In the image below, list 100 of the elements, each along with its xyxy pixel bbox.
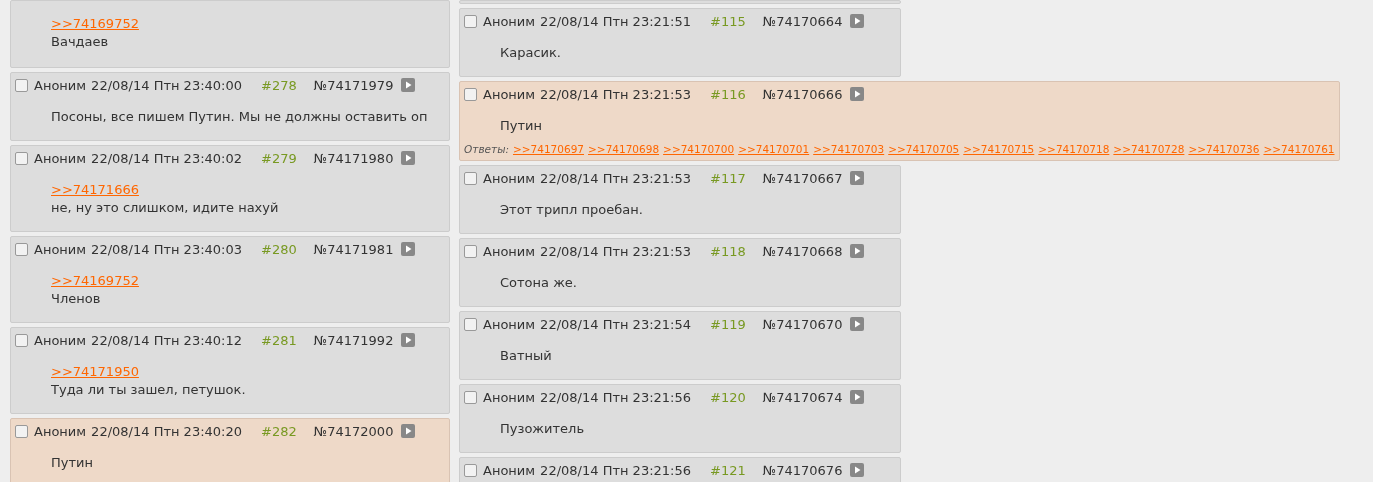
checkbox[interactable] — [464, 463, 477, 477]
post-date: 22/08/14 Птн 23:40:00 — [91, 77, 242, 93]
post-index: #121 — [710, 462, 746, 478]
poster-name: Аноним — [34, 150, 87, 166]
post-index: #119 — [710, 316, 746, 332]
poster-name: Аноним — [34, 241, 87, 257]
post-number[interactable]: №74170674 — [762, 389, 843, 405]
post-index: #280 — [261, 241, 297, 257]
poster-name: Аноним — [34, 77, 87, 93]
reply-link[interactable]: >>74171950 — [51, 364, 139, 379]
checkbox[interactable] — [464, 390, 477, 404]
poster-name: Аноним — [483, 243, 536, 259]
post-number[interactable]: №74171980 — [313, 150, 394, 166]
poster-name: Аноним — [483, 86, 536, 102]
post-number[interactable]: №74170676 — [762, 462, 843, 478]
play-icon[interactable] — [401, 242, 416, 256]
play-icon[interactable] — [850, 317, 865, 331]
reply-link[interactable]: >>74170718 — [1038, 143, 1110, 155]
checkbox[interactable] — [464, 317, 477, 331]
post-date: 22/08/14 Птн 23:21:51 — [540, 13, 691, 29]
post-index: #279 — [261, 150, 297, 166]
post-number[interactable]: №74171979 — [313, 77, 394, 93]
post-text: Членов — [51, 290, 102, 308]
post-index: #278 — [261, 77, 297, 93]
poster-name: Аноним — [34, 332, 87, 348]
reply-link[interactable]: >>74170705 — [888, 143, 960, 155]
poster-name: Аноним — [483, 170, 536, 186]
play-icon[interactable] — [850, 171, 865, 185]
reply-link[interactable]: >>74170761 — [1263, 143, 1335, 155]
play-icon[interactable] — [401, 333, 416, 347]
post-number[interactable]: №74170670 — [762, 316, 843, 332]
post-date: 22/08/14 Птн 23:21:53 — [540, 86, 691, 102]
reply-link[interactable]: >>74171666 — [51, 182, 139, 197]
play-icon[interactable] — [401, 151, 416, 165]
post-date: 22/08/14 Птн 23:40:02 — [91, 150, 242, 166]
post-date: 22/08/14 Птн 23:21:53 — [540, 243, 691, 259]
checkbox[interactable] — [15, 78, 28, 92]
post-text: Туда ли ты зашел, петушок. — [51, 381, 247, 399]
checkbox[interactable] — [15, 333, 28, 347]
checkbox[interactable] — [464, 87, 477, 101]
replies-label: Ответы: — [464, 143, 509, 155]
poster-name: Аноним — [483, 389, 536, 405]
post-date: 22/08/14 Птн 23:21:56 — [540, 462, 691, 478]
poster-name: Аноним — [483, 316, 536, 332]
checkbox[interactable] — [464, 244, 477, 258]
post-index: #282 — [261, 423, 297, 439]
post-date: 22/08/14 Птн 23:40:20 — [91, 423, 242, 439]
reply-link[interactable]: >>74170703 — [813, 143, 885, 155]
play-icon[interactable] — [850, 463, 865, 477]
post-text: Путин — [500, 117, 543, 135]
post-date: 22/08/14 Птн 23:21:54 — [540, 316, 691, 332]
post-index: #281 — [261, 332, 297, 348]
post-text: Ватный — [500, 347, 553, 365]
poster-name: Аноним — [34, 423, 87, 439]
post-text: Сотона же. — [500, 274, 578, 292]
reply-link[interactable]: >>74170700 — [663, 143, 735, 155]
play-icon[interactable] — [850, 87, 865, 101]
checkbox[interactable] — [464, 171, 477, 185]
post-date: 22/08/14 Птн 23:40:03 — [91, 241, 242, 257]
post-number[interactable]: №74171992 — [313, 332, 394, 348]
post-number[interactable]: №74171981 — [313, 241, 394, 257]
post-number[interactable]: №74170668 — [762, 243, 843, 259]
reply-link[interactable]: >>74170736 — [1188, 143, 1260, 155]
post-text: не, ну это слишком, идите нахуй — [51, 199, 280, 217]
play-icon[interactable] — [850, 390, 865, 404]
post-number[interactable]: №74170667 — [762, 170, 843, 186]
checkbox[interactable] — [15, 151, 28, 165]
post-date: 22/08/14 Птн 23:21:53 — [540, 170, 691, 186]
post-index: #120 — [710, 389, 746, 405]
play-icon[interactable] — [401, 78, 416, 92]
reply-link[interactable]: >>74170715 — [963, 143, 1035, 155]
post-text: Пузожитель — [500, 420, 586, 438]
post-index: #118 — [710, 243, 746, 259]
post-date: 22/08/14 Птн 23:40:12 — [91, 332, 242, 348]
play-icon[interactable] — [850, 244, 865, 258]
checkbox[interactable] — [15, 242, 28, 256]
reply-link[interactable]: >>74169752 — [51, 16, 139, 31]
post-text: Этот трипл проебан. — [500, 201, 644, 219]
play-icon[interactable] — [401, 424, 416, 438]
reply-link[interactable]: >>74170701 — [738, 143, 810, 155]
post-index: #116 — [710, 86, 746, 102]
post-number[interactable]: №74170666 — [762, 86, 843, 102]
post-text: Посоны, все пишем Путин. Мы не должны оставить оп — [51, 108, 429, 126]
post-date: 22/08/14 Птн 23:21:56 — [540, 389, 691, 405]
post-index: #115 — [710, 13, 746, 29]
post-text: Путин — [51, 454, 94, 472]
play-icon[interactable] — [850, 14, 865, 28]
poster-name: Аноним — [483, 462, 536, 478]
reply-link[interactable]: >>74170728 — [1113, 143, 1185, 155]
post-number[interactable]: №74170664 — [762, 13, 843, 29]
reply-link[interactable]: >>74170698 — [588, 143, 660, 155]
post-text: Карасик. — [500, 44, 562, 62]
post-text: Вачдаев — [51, 33, 110, 51]
post-index: #117 — [710, 170, 746, 186]
reply-link[interactable]: >>74170697 — [513, 143, 585, 155]
reply-link[interactable]: >>74169752 — [51, 273, 139, 288]
post-number[interactable]: №74172000 — [313, 423, 394, 439]
poster-name: Аноним — [483, 13, 536, 29]
checkbox[interactable] — [464, 14, 477, 28]
checkbox[interactable] — [15, 424, 28, 438]
